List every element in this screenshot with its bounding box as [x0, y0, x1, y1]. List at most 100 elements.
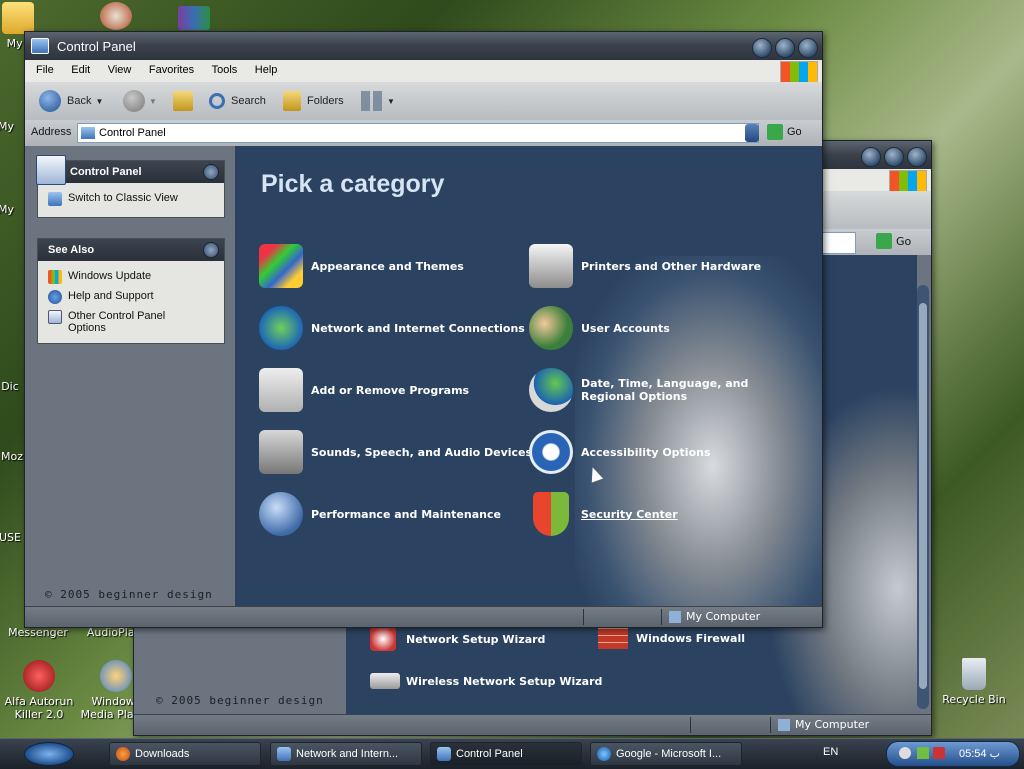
other-control-panel-options-link[interactable]: Other Control Panel Options [38, 307, 224, 337]
close-icon[interactable] [907, 147, 927, 167]
window-titlebar[interactable]: Control Panel [25, 32, 822, 60]
menu-file[interactable]: File [25, 60, 61, 80]
window-title: Control Panel [57, 39, 136, 54]
taskbar-item-downloads[interactable]: Downloads [109, 742, 261, 766]
user-accounts-icon [529, 306, 573, 350]
close-icon[interactable] [798, 38, 818, 58]
appearance-icon [259, 244, 303, 288]
scrollbar-thumb[interactable] [919, 303, 927, 689]
category-appearance-themes[interactable]: Appearance and Themes [259, 244, 464, 288]
network-setup-wizard-icon [370, 627, 396, 651]
page-title: Pick a category [261, 170, 445, 198]
messenger-tray-icon[interactable] [899, 747, 911, 759]
chevron-down-icon[interactable]: ▼ [387, 97, 395, 106]
go-button[interactable]: Go [767, 124, 802, 140]
category-accessibility-options[interactable]: Accessibility Options [529, 430, 711, 474]
category-performance-maintenance[interactable]: Performance and Maintenance [259, 492, 501, 536]
left-task-pane: Control Panel Switch to Classic View See… [25, 146, 235, 607]
network-icon [259, 306, 303, 350]
back-arrow-icon [39, 90, 61, 112]
taskbar-item-control-panel[interactable]: Control Panel [430, 742, 582, 766]
classic-view-icon [48, 192, 62, 206]
up-folder-icon [173, 91, 193, 111]
background-go-button[interactable]: Go [876, 233, 911, 249]
status-separator [690, 717, 691, 733]
go-arrow-icon [767, 124, 783, 140]
alfa-autorun-icon [23, 660, 55, 692]
chevron-down-icon[interactable]: ▼ [149, 97, 157, 106]
views-button[interactable]: ▼ [361, 90, 395, 112]
address-input[interactable]: Control Panel [77, 123, 759, 143]
toolbar: Back ▼ ▼ Search Folders ▼ [25, 82, 822, 121]
control-panel-window[interactable]: Control Panel File Edit View Favorites T… [24, 31, 823, 628]
search-icon [209, 93, 225, 109]
clock[interactable]: 05:54 ب [959, 747, 1000, 760]
views-icon [361, 91, 383, 111]
wireless-network-setup-wizard-item[interactable]: Wireless Network Setup Wizard [370, 673, 602, 689]
up-folder-button[interactable] [173, 90, 193, 112]
menu-favorites[interactable]: Favorites [142, 60, 201, 80]
network-setup-wizard-item[interactable]: Network Setup Wizard [370, 627, 545, 651]
control-panel-icon [81, 127, 95, 139]
folders-button[interactable]: Folders [283, 90, 344, 112]
forward-button[interactable]: ▼ [123, 90, 157, 112]
printer-icon [529, 244, 573, 288]
address-dropdown-button[interactable] [745, 124, 759, 142]
go-arrow-icon [876, 233, 892, 249]
category-sounds-speech-audio[interactable]: Sounds, Speech, and Audio Devices [259, 430, 532, 474]
category-security-center[interactable]: Security Center [529, 492, 678, 536]
add-remove-icon [259, 368, 303, 412]
category-user-accounts[interactable]: User Accounts [529, 306, 670, 350]
category-date-time-language[interactable]: Date, Time, Language, and Regional Optio… [529, 368, 791, 412]
desktop-icon-recycle-bin[interactable]: Recycle Bin [938, 658, 1010, 706]
windows-logo-icon [889, 170, 927, 192]
chevron-down-icon[interactable]: ▼ [95, 97, 103, 106]
category-pane: Pick a category Appearance and Themes Pr… [235, 146, 822, 607]
control-panel-icon [31, 38, 49, 54]
network-tray-icon[interactable] [917, 747, 929, 759]
category-network-internet[interactable]: Network and Internet Connections [259, 306, 525, 350]
desktop-icon-alfa-autorun[interactable]: Alfa Autorun Killer 2.0 [3, 660, 75, 721]
background-scrollbar[interactable] [917, 285, 929, 709]
status-separator [661, 609, 662, 625]
taskbar-item-network-internet[interactable]: Network and Intern... [270, 742, 422, 766]
collapse-icon[interactable] [203, 242, 219, 258]
menu-tools[interactable]: Tools [205, 60, 245, 80]
sidebar-footer: © 2005 beginner design [45, 588, 213, 601]
my-documents-icon [2, 2, 34, 34]
minimize-icon[interactable] [752, 38, 772, 58]
language-indicator[interactable]: EN [823, 746, 838, 758]
search-button[interactable]: Search [209, 90, 266, 112]
menu-help[interactable]: Help [248, 60, 285, 80]
windows-update-icon [48, 270, 62, 284]
control-panel-icon [437, 747, 451, 761]
maximize-icon[interactable] [884, 147, 904, 167]
category-add-remove-programs[interactable]: Add or Remove Programs [259, 368, 469, 412]
wireless-icon [370, 673, 400, 689]
help-and-support-link[interactable]: Help and Support [38, 287, 224, 307]
address-bar: Address Control Panel Go [25, 120, 822, 147]
security-tray-icon[interactable] [933, 747, 945, 759]
shield-icon [533, 492, 569, 536]
windows-update-link[interactable]: Windows Update [38, 267, 224, 287]
control-panel-panel-header[interactable]: Control Panel [36, 155, 224, 185]
firewall-icon [598, 627, 628, 649]
desktop-icon-app2[interactable] [100, 2, 132, 30]
desktop-icon-winrar[interactable] [178, 6, 210, 30]
maximize-icon[interactable] [775, 38, 795, 58]
performance-icon [259, 492, 303, 536]
minimize-icon[interactable] [861, 147, 881, 167]
menu-edit[interactable]: Edit [64, 60, 97, 80]
back-button[interactable]: Back ▼ [39, 90, 103, 112]
control-panel-options-icon [48, 310, 62, 324]
start-button[interactable] [24, 742, 74, 766]
media-player-icon [100, 660, 132, 692]
switch-classic-view-link[interactable]: Switch to Classic View [38, 189, 224, 209]
menu-view[interactable]: View [101, 60, 139, 80]
category-printers-hardware[interactable]: Printers and Other Hardware [529, 244, 761, 288]
collapse-icon[interactable] [203, 164, 219, 180]
folders-icon [283, 91, 301, 111]
windows-firewall-item[interactable]: Windows Firewall [598, 627, 745, 649]
see-also-panel-header[interactable]: See Also [38, 239, 224, 261]
taskbar-item-google-ie[interactable]: Google - Microsoft I... [590, 742, 742, 766]
